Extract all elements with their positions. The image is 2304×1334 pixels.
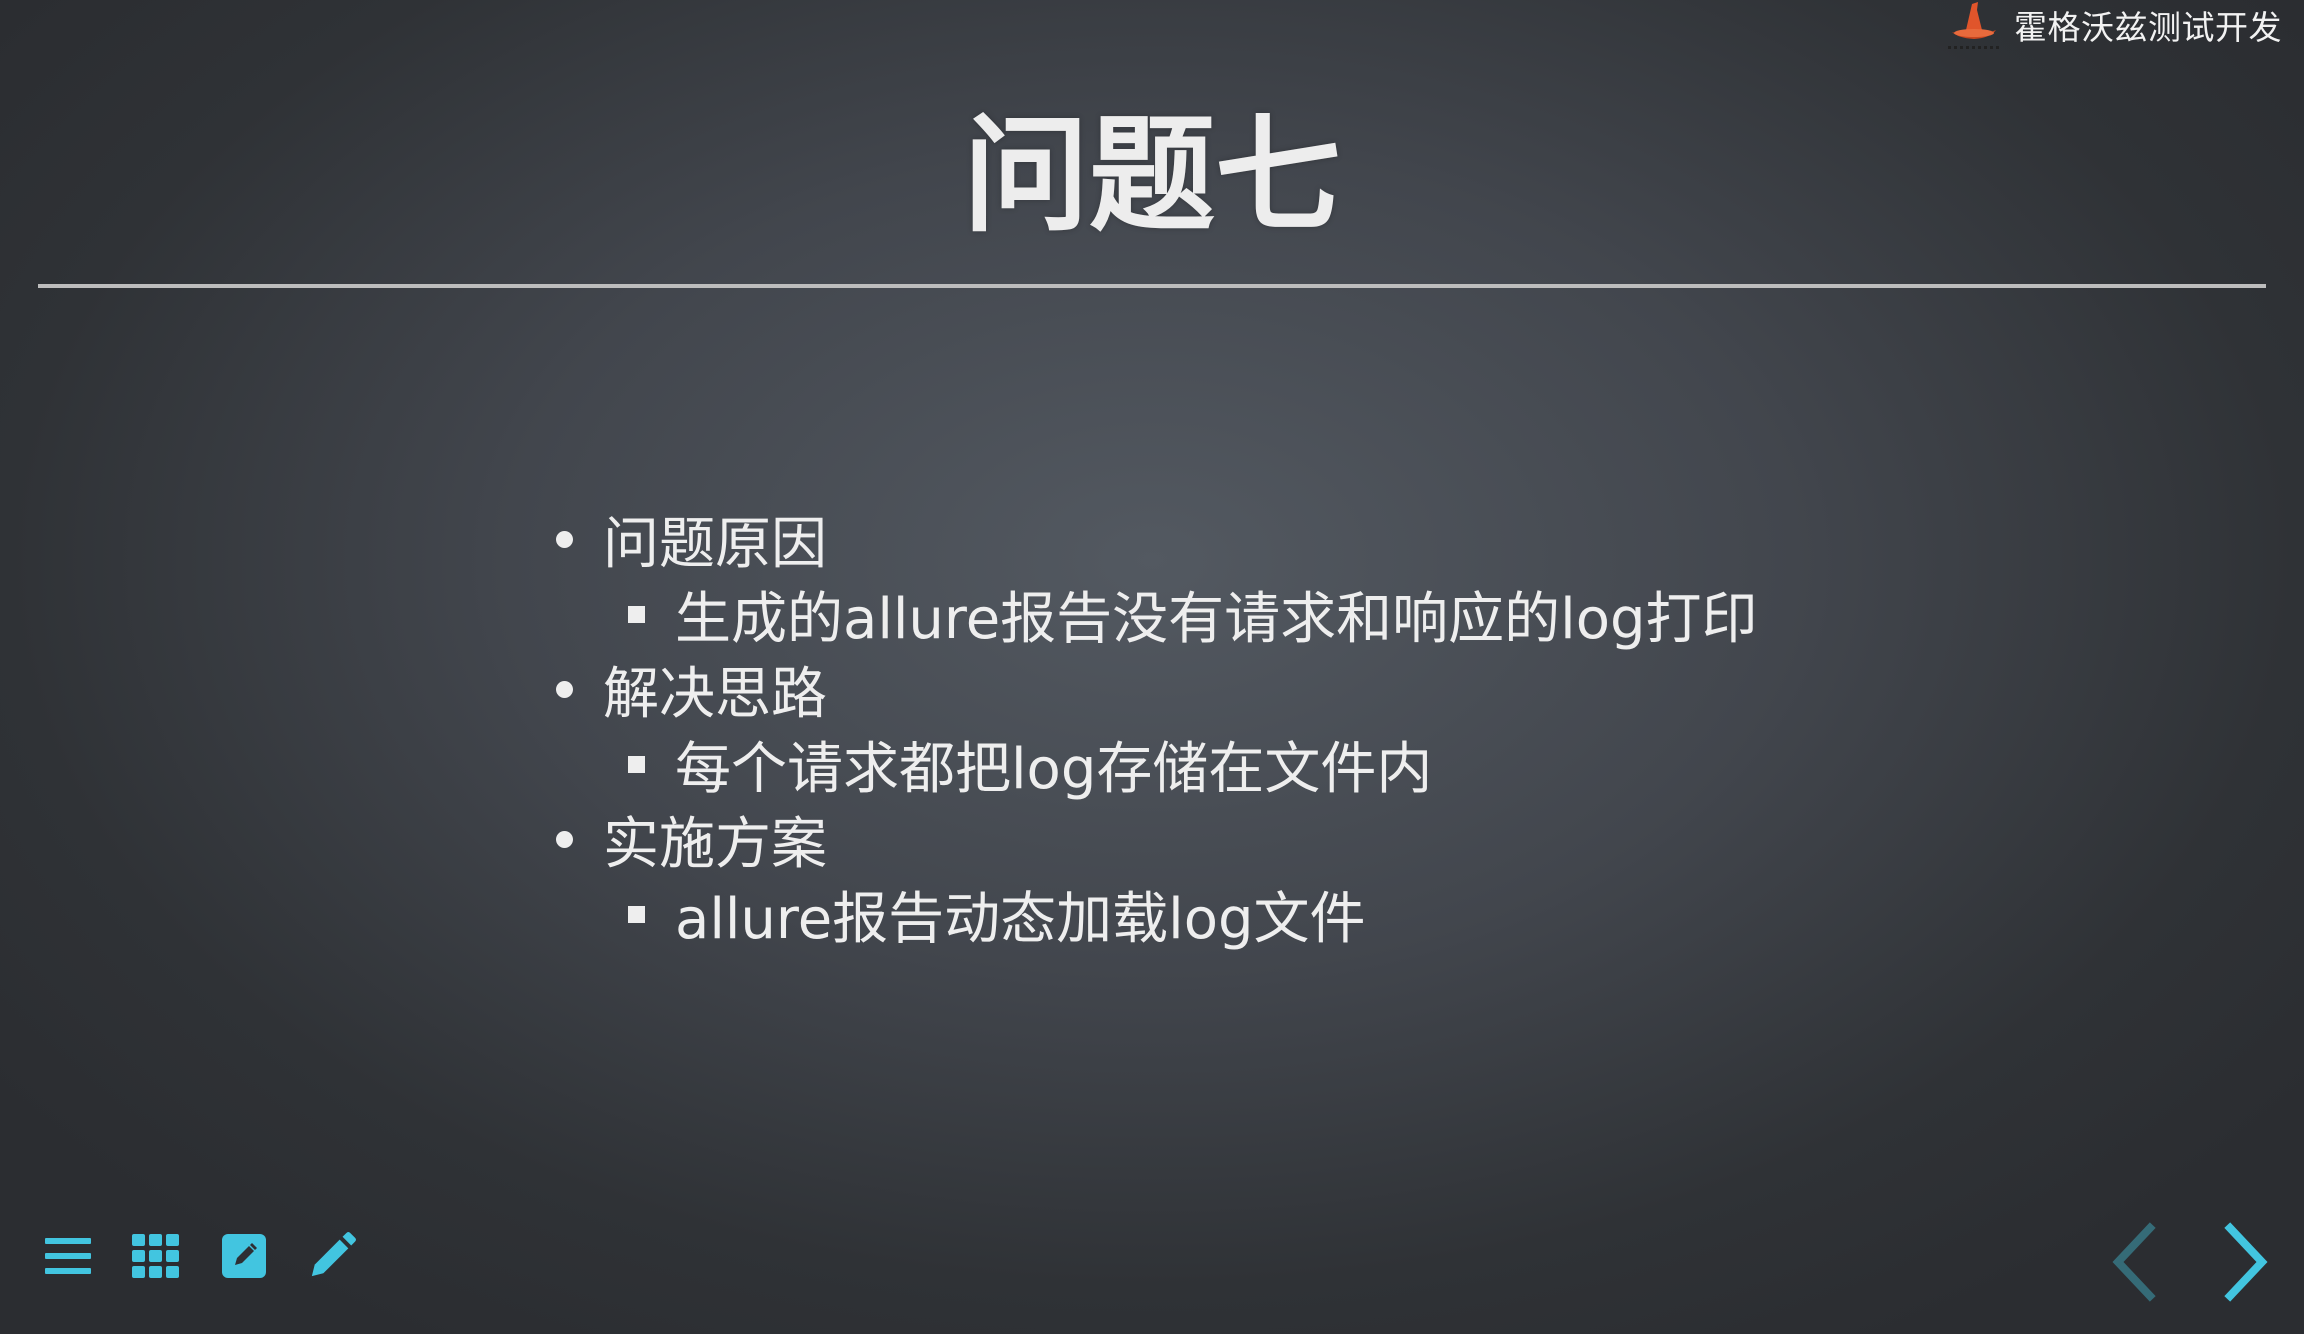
bullet-dot	[556, 831, 573, 848]
slide-content: 问题原因 生成的allure报告没有请求和响应的log打印 解决思路 每个请求都…	[550, 502, 1950, 952]
bullet-item-plan: 实施方案	[550, 802, 1950, 877]
bullet-label: 解决思路	[603, 662, 827, 727]
sub-bullet-text: allure报告动态加载log文件	[675, 887, 1366, 952]
overview-grid-button[interactable]	[132, 1232, 180, 1280]
bullet-dot	[556, 531, 573, 548]
next-slide-button[interactable]	[2216, 1222, 2280, 1302]
bullet-label: 实施方案	[603, 812, 827, 877]
bullet-dot	[556, 681, 573, 698]
menu-icon	[45, 1238, 91, 1274]
slide-title: 问题七	[963, 102, 1341, 249]
edit-note-icon	[222, 1234, 266, 1278]
draw-button[interactable]	[308, 1232, 356, 1280]
chevron-right-icon	[2224, 1222, 2268, 1302]
sub-bullet-item: 每个请求都把log存储在文件内	[550, 727, 1950, 802]
sub-bullet-item: allure报告动态加载log文件	[550, 877, 1950, 952]
bullet-label: 问题原因	[603, 512, 827, 577]
bullet-square	[628, 756, 645, 773]
pencil-icon	[311, 1232, 356, 1277]
brand-name: 霍格沃兹测试开发	[2014, 7, 2282, 47]
sub-bullet-item: 生成的allure报告没有请求和响应的log打印	[550, 577, 1950, 652]
notes-button[interactable]	[220, 1232, 268, 1280]
grid-icon	[132, 1234, 179, 1278]
slide-toolbar	[44, 1232, 356, 1280]
bullet-item-reason: 问题原因	[550, 502, 1950, 577]
title-divider	[38, 284, 2266, 288]
bullet-square	[628, 906, 645, 923]
wizard-hat-logo-icon	[1948, 2, 1999, 49]
previous-slide-button[interactable]	[2104, 1222, 2168, 1302]
sub-bullet-text: 每个请求都把log存储在文件内	[675, 737, 1433, 802]
chevron-left-icon	[2112, 1222, 2156, 1302]
menu-button[interactable]	[44, 1232, 92, 1280]
brand: 霍格沃兹测试开发	[1942, 0, 2282, 54]
bullet-item-approach: 解决思路	[550, 652, 1950, 727]
sub-bullet-text: 生成的allure报告没有请求和响应的log打印	[675, 587, 1758, 652]
bullet-square	[628, 606, 645, 623]
